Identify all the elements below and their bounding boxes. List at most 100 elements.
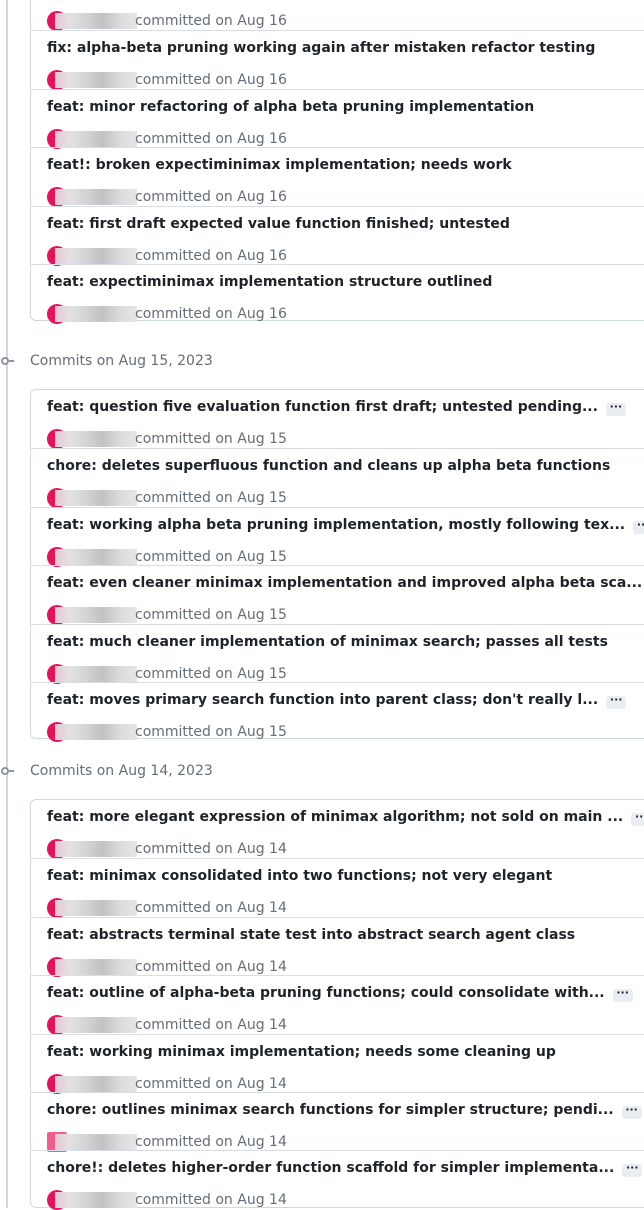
redacted-author-name bbox=[55, 548, 137, 565]
expand-message-button[interactable]: ··· bbox=[621, 1104, 642, 1119]
commit-title-link[interactable]: feat: moves primary search function into… bbox=[47, 691, 627, 709]
redacted-author-name bbox=[55, 490, 137, 507]
commit-group: feat: more elegant expression of minimax… bbox=[30, 799, 644, 1210]
commit-title-link[interactable]: feat: working minimax implementation; ne… bbox=[47, 1043, 556, 1061]
commit-message: fix: alpha-beta pruning working again af… bbox=[47, 40, 596, 57]
commit-node-icon bbox=[1, 357, 9, 365]
commit-title-link[interactable]: fix: alpha-beta pruning working again af… bbox=[47, 39, 595, 57]
commit-date: committed on Aug 16 bbox=[135, 13, 287, 29]
commit-title-link[interactable]: feat: question five evaluation function … bbox=[47, 398, 626, 416]
commit-group: feat: expectimax implementation working … bbox=[30, 0, 644, 324]
commit-row[interactable]: feat: question five evaluation function … bbox=[31, 390, 644, 449]
timeline-connector bbox=[9, 770, 14, 772]
redacted-author-name bbox=[55, 189, 137, 206]
commit-title-link[interactable]: feat: outline of alpha-beta pruning func… bbox=[47, 984, 633, 1003]
redacted-author-name bbox=[55, 1075, 137, 1092]
commit-row[interactable]: feat: expectimax implementation working … bbox=[31, 0, 644, 31]
commit-message: feat: minor refactoring of alpha beta pr… bbox=[47, 98, 535, 115]
commit-row[interactable]: feat: moves primary search function into… bbox=[31, 681, 644, 742]
timeline-line bbox=[6, 0, 8, 1208]
commit-message: feat: question five evaluation function … bbox=[47, 399, 598, 415]
commit-row[interactable]: feat: first draft expected value functio… bbox=[31, 205, 644, 266]
redacted-author-name bbox=[55, 72, 137, 89]
redacted-author-name bbox=[55, 607, 137, 624]
commit-date: committed on Aug 15 bbox=[135, 548, 287, 565]
commit-date: committed on Aug 16 bbox=[135, 247, 287, 264]
commit-row[interactable]: fix: alpha-beta pruning working again af… bbox=[31, 30, 644, 91]
commit-row[interactable]: feat: minimax consolidated into two func… bbox=[31, 858, 644, 919]
redacted-author-name bbox=[55, 900, 137, 917]
commit-message: feat: first draft expected value functio… bbox=[47, 215, 510, 232]
commit-row[interactable]: chore!: deletes higher-order function sc… bbox=[31, 1150, 644, 1210]
commit-message: feat: expectiminimax implementation stru… bbox=[47, 273, 493, 290]
redacted-author-name bbox=[55, 247, 137, 264]
commit-message: chore: outlines minimax search functions… bbox=[47, 1101, 614, 1118]
commit-row[interactable]: feat: much cleaner implementation of min… bbox=[31, 623, 644, 684]
commit-date: committed on Aug 15 bbox=[135, 723, 287, 740]
commit-date: committed on Aug 16 bbox=[135, 189, 287, 206]
commit-title-link[interactable]: feat: abstracts terminal state test into… bbox=[47, 926, 575, 944]
commit-title-link[interactable]: chore: deletes superfluous function and … bbox=[47, 457, 610, 475]
redacted-author-name bbox=[55, 431, 137, 447]
commit-date-header: Commits on Aug 15, 2023 bbox=[0, 352, 644, 372]
commit-title-link[interactable]: feat: even cleaner minimax implementatio… bbox=[47, 574, 644, 592]
commit-title-link[interactable]: feat: minor refactoring of alpha beta pr… bbox=[47, 98, 534, 116]
commit-date: committed on Aug 14 bbox=[135, 1075, 287, 1092]
redacted-author-name bbox=[55, 723, 137, 740]
expand-message-button[interactable]: ··· bbox=[605, 401, 626, 416]
redacted-author-name bbox=[55, 1192, 137, 1209]
commit-date: committed on Aug 14 bbox=[135, 1017, 287, 1034]
commit-row[interactable]: feat: outline of alpha-beta pruning func… bbox=[31, 975, 644, 1036]
commit-date: committed on Aug 15 bbox=[135, 490, 287, 507]
commit-date: committed on Aug 15 bbox=[135, 431, 287, 447]
commit-row[interactable]: feat!: broken expectiminimax implementat… bbox=[31, 147, 644, 208]
commit-row[interactable]: feat: working minimax implementation; ne… bbox=[31, 1033, 644, 1094]
commit-message: chore: deletes superfluous function and … bbox=[47, 458, 611, 475]
commit-message: feat: outline of alpha-beta pruning func… bbox=[47, 985, 605, 1002]
commit-date: committed on Aug 15 bbox=[135, 607, 287, 624]
commit-row[interactable]: feat: expectiminimax implementation stru… bbox=[31, 263, 644, 324]
expand-message-button[interactable]: ··· bbox=[612, 987, 633, 1003]
commit-message: feat: working alpha beta pruning impleme… bbox=[47, 516, 626, 533]
commit-title-link[interactable]: feat: working alpha beta pruning impleme… bbox=[47, 516, 644, 534]
commit-message: feat: abstracts terminal state test into… bbox=[47, 926, 576, 943]
commit-date-header: Commits on Aug 14, 2023 bbox=[0, 762, 644, 782]
commit-title-link[interactable]: feat: expectiminimax implementation stru… bbox=[47, 273, 492, 291]
redacted-author-name bbox=[55, 958, 137, 975]
commit-title-link[interactable]: feat: more elegant expression of minimax… bbox=[47, 808, 644, 826]
commit-date-label: Commits on Aug 15, 2023 bbox=[30, 353, 213, 369]
expand-message-button[interactable]: ··· bbox=[606, 694, 627, 709]
commit-row[interactable]: feat: even cleaner minimax implementatio… bbox=[31, 565, 644, 626]
commit-node-icon bbox=[1, 767, 9, 775]
redacted-author-name bbox=[55, 841, 137, 857]
commit-message: feat: much cleaner implementation of min… bbox=[47, 633, 608, 650]
redacted-author-name bbox=[55, 13, 137, 29]
commit-date: committed on Aug 14 bbox=[135, 1192, 287, 1209]
commit-title-link[interactable]: chore: outlines minimax search functions… bbox=[47, 1101, 642, 1119]
commit-row[interactable]: feat: working alpha beta pruning impleme… bbox=[31, 506, 644, 567]
redacted-author-name bbox=[55, 1017, 137, 1034]
timeline-connector bbox=[9, 360, 14, 362]
commit-row[interactable]: feat: minor refactoring of alpha beta pr… bbox=[31, 88, 644, 149]
commit-row[interactable]: feat: abstracts terminal state test into… bbox=[31, 916, 644, 977]
commit-row[interactable]: feat: more elegant expression of minimax… bbox=[31, 800, 644, 859]
expand-message-button[interactable]: ··· bbox=[631, 811, 644, 826]
commit-title-link[interactable]: feat: first draft expected value functio… bbox=[47, 215, 510, 233]
commit-date: committed on Aug 14 bbox=[135, 1133, 287, 1150]
commit-message: feat: minimax consolidated into two func… bbox=[47, 868, 553, 885]
commit-date: committed on Aug 14 bbox=[135, 900, 287, 917]
commit-title-link[interactable]: chore!: deletes higher-order function sc… bbox=[47, 1159, 643, 1178]
redacted-author-name bbox=[55, 1133, 137, 1150]
commit-date: committed on Aug 14 bbox=[135, 841, 287, 857]
expand-message-button[interactable]: ··· bbox=[622, 1162, 643, 1178]
commit-title-link[interactable]: feat: minimax consolidated into two func… bbox=[47, 867, 552, 885]
commit-row[interactable]: chore: outlines minimax search functions… bbox=[31, 1091, 644, 1152]
commit-row[interactable]: chore: deletes superfluous function and … bbox=[31, 448, 644, 509]
commit-message: feat: even cleaner minimax implementatio… bbox=[47, 575, 643, 592]
commit-date: committed on Aug 16 bbox=[135, 130, 287, 147]
commit-date-label: Commits on Aug 14, 2023 bbox=[30, 763, 213, 779]
expand-message-button[interactable]: ··· bbox=[633, 519, 644, 534]
commit-message: chore!: deletes higher-order function sc… bbox=[47, 1160, 615, 1177]
commit-title-link[interactable]: feat: much cleaner implementation of min… bbox=[47, 633, 608, 651]
commit-title-link[interactable]: feat!: broken expectiminimax implementat… bbox=[47, 156, 512, 174]
